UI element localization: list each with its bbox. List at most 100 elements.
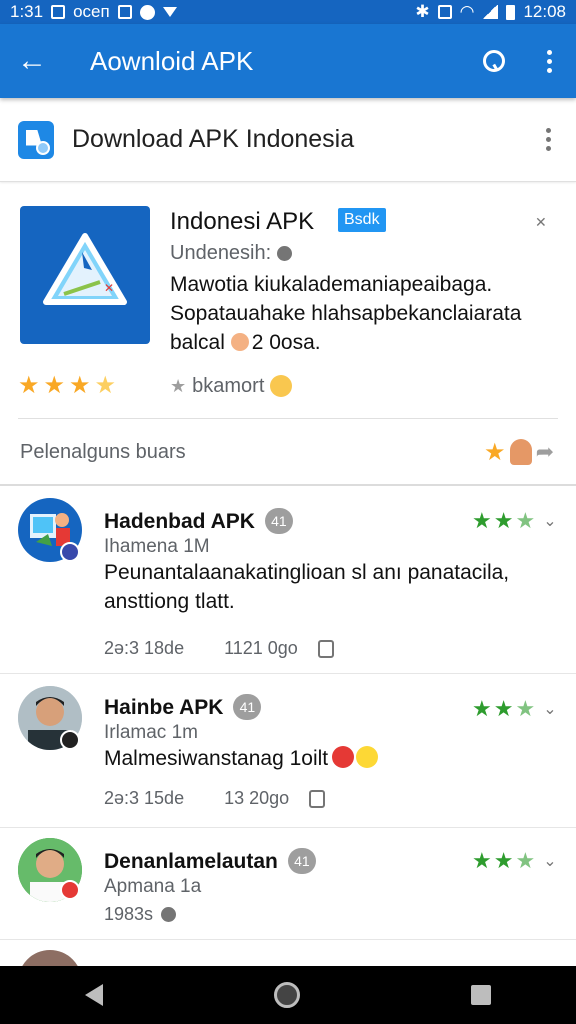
reviews-header-label: Pelenalguns buars bbox=[20, 440, 186, 463]
globe-icon bbox=[161, 907, 177, 922]
reviewer-name: Hainbe APK 41 bbox=[104, 694, 262, 720]
report-link[interactable]: ★ bkamort bbox=[170, 374, 293, 398]
review-item[interactable]: Denanlamelautan 41 ★ ★ ★ ⌄ Apmana 1a 1983… bbox=[0, 830, 576, 940]
review-count-badge: 41 bbox=[264, 508, 293, 534]
developer-name: Undenesih: bbox=[170, 242, 272, 264]
chevron-down-icon[interactable]: ⌄ bbox=[543, 511, 556, 531]
description-suffix: 2 0osa. bbox=[251, 331, 321, 354]
globe-icon bbox=[277, 246, 293, 261]
review-date: 2ə:3 15de bbox=[104, 788, 185, 808]
chevron-down-icon[interactable]: ⌄ bbox=[543, 851, 556, 871]
wifi-icon: ◠ bbox=[459, 2, 475, 21]
section-header: Download APK Indonesia bbox=[0, 98, 576, 182]
star-half-icon: ★ bbox=[94, 372, 117, 399]
app-name: Indonesi APK bbox=[170, 208, 315, 235]
person-icon[interactable] bbox=[509, 439, 532, 465]
reviewer-subtitle: Ihamena 1M bbox=[104, 536, 210, 557]
review-text-body: Malmesiwanstanag 1oilt bbox=[104, 747, 329, 770]
star-half-icon: ★ bbox=[515, 696, 536, 721]
star-icon: ★ bbox=[493, 696, 514, 721]
reviewer-name-text: Denanlamelautan bbox=[104, 850, 278, 873]
overflow-menu-button[interactable] bbox=[522, 24, 576, 98]
apk-file-icon bbox=[18, 120, 54, 159]
vibrate-icon bbox=[437, 5, 452, 19]
section-title: Download APK Indonesia bbox=[72, 125, 355, 153]
nav-recents-icon[interactable] bbox=[470, 985, 491, 1005]
star-icon: ★ bbox=[493, 848, 514, 873]
status-time-right: 12:08 bbox=[523, 2, 566, 21]
review-size: 13 20go bbox=[224, 788, 290, 808]
chevron-down-icon[interactable]: ⌄ bbox=[543, 699, 556, 719]
avatar-badge bbox=[60, 542, 80, 562]
notification-icon bbox=[162, 7, 177, 17]
star-icon: ★ bbox=[43, 372, 66, 399]
star-icon: ★ bbox=[472, 508, 492, 533]
star-icon: ★ bbox=[493, 508, 514, 533]
svg-text:✕: ✕ bbox=[104, 281, 114, 295]
more-vert-icon bbox=[545, 128, 551, 151]
reviewer-name-text: Hainbe APK bbox=[104, 696, 224, 719]
app-developer: Undenesih: bbox=[170, 242, 293, 265]
avatar bbox=[18, 950, 82, 966]
battery-icon bbox=[506, 4, 516, 20]
review-stars: ★ ★ ★ ⌄ bbox=[472, 510, 557, 532]
avatar-badge bbox=[60, 730, 80, 750]
section-menu-button[interactable] bbox=[520, 128, 576, 151]
app-card[interactable]: ✕ Indonesi APK Bsdk ✕ Undenesih: Mawotia… bbox=[0, 184, 576, 420]
review-count-badge: 41 bbox=[233, 694, 262, 720]
description-line-3: balcal bbox=[170, 331, 225, 354]
review-item[interactable]: Hadenbad APK 41 ★ ★ ★ ⌄ Ihamena 1M Peunan… bbox=[0, 488, 576, 674]
reviewer-name: Denanlamelautan 41 bbox=[104, 848, 316, 874]
app-status-icon bbox=[139, 4, 155, 20]
app-description: Mawotia kiukalademaniapeaibaga. Sopataua… bbox=[170, 270, 550, 357]
review-item-partial[interactable] bbox=[0, 942, 576, 966]
share-icon[interactable]: ➦ bbox=[536, 439, 554, 465]
lock-icon bbox=[317, 639, 334, 658]
system-nav-bar bbox=[0, 966, 576, 1024]
divider bbox=[18, 418, 558, 419]
reviewer-subtitle: Irlamac 1m bbox=[104, 722, 198, 743]
star-outline-icon: ★ bbox=[170, 376, 187, 396]
review-meta: 2ə:3 18de 1121 0go bbox=[104, 638, 334, 659]
download-icon bbox=[117, 5, 132, 19]
review-text: Malmesiwanstanag 1oilt bbox=[104, 744, 544, 773]
star-half-icon: ★ bbox=[515, 848, 536, 873]
app-logo-icon: ✕ bbox=[43, 233, 127, 305]
app-bar: ← Aownloid APK bbox=[0, 24, 576, 98]
signal-icon bbox=[482, 5, 499, 19]
reviewer-name-text: Hadenbad APK bbox=[104, 510, 255, 533]
star-icon[interactable]: ★ bbox=[484, 438, 506, 467]
nav-back-icon[interactable] bbox=[85, 984, 104, 1006]
reviews-header: Pelenalguns buars ★ ➦ bbox=[0, 420, 576, 486]
app-rating-stars: ★ ★ ★ ★ bbox=[18, 374, 116, 398]
face-emoji-icon bbox=[230, 333, 249, 351]
award-emoji-icon bbox=[270, 375, 293, 397]
star-icon: ★ bbox=[472, 696, 492, 721]
more-vert-icon bbox=[546, 49, 552, 73]
angry-emoji-icon bbox=[332, 746, 355, 768]
review-count-badge: 41 bbox=[287, 848, 316, 874]
lock-icon bbox=[309, 789, 326, 808]
nav-home-icon[interactable] bbox=[273, 982, 300, 1008]
review-stars: ★ ★ ★ ⌄ bbox=[472, 850, 557, 872]
search-button[interactable] bbox=[466, 24, 522, 98]
star-icon: ★ bbox=[69, 372, 91, 399]
description-line-2: Sopatauahake hlahsapbekanclaiarata bbox=[170, 302, 522, 325]
app-bar-title: Aownloid APK bbox=[90, 45, 254, 76]
review-size: 1121 0go bbox=[224, 638, 298, 658]
review-date: 2ə:3 18de bbox=[104, 638, 185, 658]
star-icon: ★ bbox=[18, 372, 40, 399]
review-meta: 2ə:3 15de 13 20go bbox=[104, 788, 326, 809]
app-badge: Bsdk bbox=[338, 208, 386, 232]
arrow-left-icon: ← bbox=[17, 44, 47, 77]
back-button[interactable]: ← bbox=[0, 24, 64, 98]
review-item[interactable]: Hainbe APK 41 ★ ★ ★ ⌄ Irlamac 1m Malmesiw… bbox=[0, 676, 576, 828]
app-logo: ✕ bbox=[20, 206, 150, 344]
review-text: Peunantalaanakatinglioan sl anı panataci… bbox=[104, 561, 510, 613]
star-half-icon: ★ bbox=[515, 508, 536, 533]
status-time-left: 1:31 bbox=[10, 2, 44, 21]
review-date: 1983s bbox=[104, 904, 154, 924]
description-line-1: Mawotia kiukalademaniapeaibaga. bbox=[170, 273, 493, 296]
app-card-menu-icon[interactable]: ✕ bbox=[535, 214, 547, 231]
reviewer-name: Hadenbad APK 41 bbox=[104, 508, 293, 534]
